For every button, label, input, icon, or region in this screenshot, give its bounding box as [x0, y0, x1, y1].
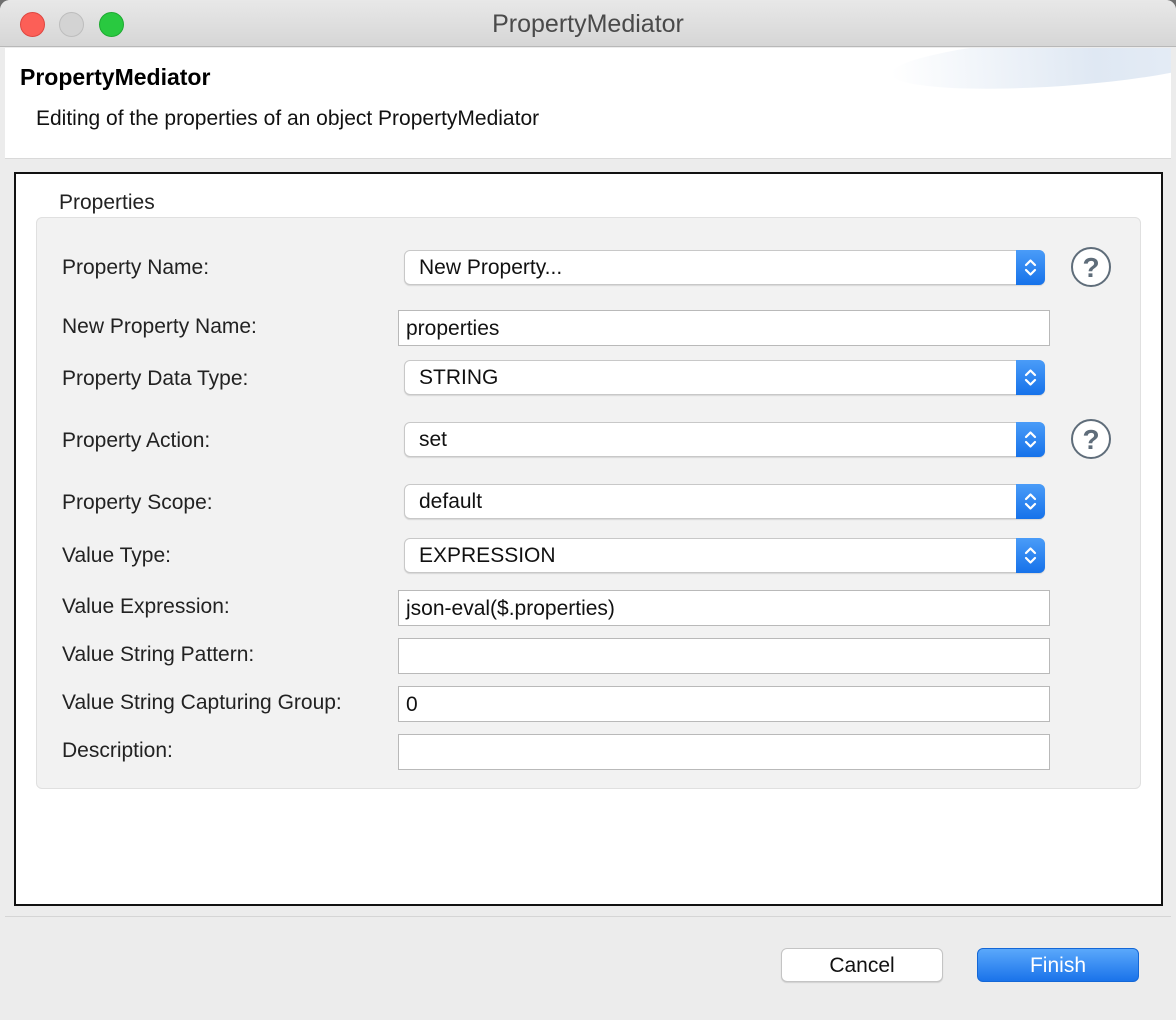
property-name-value: New Property...: [419, 256, 563, 279]
finish-button[interactable]: Finish: [977, 948, 1139, 982]
property-action-help-icon[interactable]: ?: [1071, 419, 1111, 459]
cancel-button[interactable]: Cancel: [781, 948, 943, 982]
value-string-capturing-group-field[interactable]: 0: [398, 686, 1050, 722]
wizard-header: PropertyMediator Editing of the properti…: [5, 48, 1171, 159]
up-down-chevron-icon: [1016, 422, 1045, 457]
up-down-chevron-icon: [1016, 250, 1045, 285]
property-name-select[interactable]: New Property...: [404, 250, 1045, 285]
value-type-value: EXPRESSION: [419, 544, 556, 567]
value-string-capturing-group-value: 0: [406, 693, 418, 716]
value-type-label: Value Type:: [62, 544, 171, 567]
value-type-select[interactable]: EXPRESSION: [404, 538, 1045, 573]
new-property-name-field[interactable]: properties: [398, 310, 1050, 346]
value-string-capturing-group-label: Value String Capturing Group:: [62, 691, 342, 714]
property-data-type-label: Property Data Type:: [62, 367, 249, 390]
up-down-chevron-icon: [1016, 538, 1045, 573]
new-property-name-label: New Property Name:: [62, 315, 257, 338]
properties-group: Property Name: New Property... ? New Pro…: [36, 217, 1141, 789]
property-data-type-select[interactable]: STRING: [404, 360, 1045, 395]
question-mark-glyph: ?: [1082, 252, 1100, 283]
window-title: PropertyMediator: [492, 10, 684, 38]
title-bar[interactable]: PropertyMediator: [0, 0, 1176, 47]
property-action-select[interactable]: set: [404, 422, 1045, 457]
property-scope-label: Property Scope:: [62, 491, 213, 514]
dialog-window: PropertyMediator PropertyMediator Editin…: [0, 0, 1176, 1020]
description-label: Description:: [62, 739, 173, 762]
value-expression-label: Value Expression:: [62, 595, 230, 618]
up-down-chevron-icon: [1016, 484, 1045, 519]
properties-group-label: Properties: [59, 191, 155, 214]
property-data-type-value: STRING: [419, 366, 499, 389]
property-action-label: Property Action:: [62, 429, 211, 452]
question-mark-glyph: ?: [1082, 424, 1100, 455]
value-string-pattern-field[interactable]: [398, 638, 1050, 674]
property-scope-value: default: [419, 490, 483, 513]
property-name-help-icon[interactable]: ?: [1071, 247, 1111, 287]
new-property-name-value: properties: [406, 317, 500, 340]
up-down-chevron-icon: [1016, 360, 1045, 395]
footer-separator: [5, 916, 1171, 917]
header-title: PropertyMediator: [20, 64, 211, 90]
property-name-label: Property Name:: [62, 256, 210, 279]
value-expression-value: json-eval($.properties): [406, 597, 615, 620]
header-banner-graphic: [889, 48, 1171, 98]
header-description: Editing of the properties of an object P…: [36, 107, 540, 130]
description-field[interactable]: [398, 734, 1050, 770]
value-expression-field[interactable]: json-eval($.properties): [398, 590, 1050, 626]
value-string-pattern-label: Value String Pattern:: [62, 643, 255, 666]
content-area: Properties Property Name: New Property..…: [14, 172, 1163, 906]
property-scope-select[interactable]: default: [404, 484, 1045, 519]
property-action-value: set: [419, 428, 448, 451]
